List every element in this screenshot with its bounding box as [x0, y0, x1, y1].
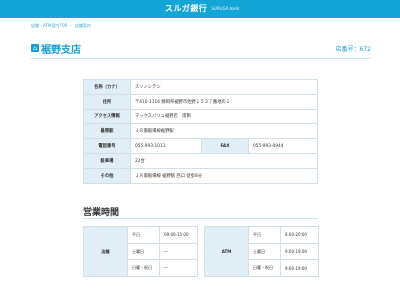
time-value: 09:00-15:00 — [159, 226, 198, 244]
breadcrumb-link-top[interactable]: 店舗・ATM案内TOP — [31, 23, 67, 29]
page-title: 裾野支店 — [41, 44, 81, 56]
row-value-station: ＪＲ御殿場線裾野駅 — [130, 123, 318, 140]
branch-icon: ⌂ — [31, 44, 39, 52]
table-row: 名称（カナ） スソノシテン — [83, 79, 318, 95]
row-label-other: その他 — [83, 167, 131, 184]
branch-heading: ⌂ 裾野支店 店番号：672 — [31, 39, 371, 57]
day-label: 土曜日 — [248, 242, 281, 261]
table-row: 店舗 平日 09:00-15:00 — [83, 225, 198, 278]
row-value-other: ＪＲ御殿場線 裾野駅 西口 徒歩8分 — [130, 167, 318, 184]
branch-hours-label: 店舗 — [83, 225, 128, 278]
day-label: 平日 — [248, 226, 281, 244]
row-label-parking: 駐車場 — [83, 152, 131, 169]
table-row: その他 ＪＲ御殿場線 裾野駅 西口 徒歩8分 — [83, 167, 318, 184]
row-label-station: 最寄駅 — [83, 123, 131, 140]
row-value-name-kana: スソノシテン — [130, 79, 318, 95]
row-label-phone: 電話番号 — [83, 138, 131, 154]
atm-hours-label: ATM — [204, 225, 249, 278]
time-value: ー — [159, 259, 198, 278]
row-label-name-kana: 名称（カナ） — [83, 79, 131, 95]
row-label-fax: FAX — [201, 138, 249, 154]
row-value-fax: 055-993-0944 — [248, 138, 318, 154]
row-value-parking: 22台 — [130, 152, 318, 169]
table-row: ATM 平日 8:00-20:00 — [204, 225, 319, 278]
row-value-phone[interactable]: 055-993-1011 — [130, 138, 202, 154]
business-hours-title: 営業時間 — [83, 208, 120, 218]
branch-hours-table: 店舗 平日 09:00-15:00 土曜日 ー 日曜・祝日 ー — [83, 225, 198, 278]
time-value: 8:00-20:00 — [280, 226, 319, 244]
heading-divider — [31, 58, 371, 59]
breadcrumb: 店舗・ATM案内TOP › 店舗案内 — [31, 23, 91, 29]
atm-hours-table: ATM 平日 8:00-20:00 土曜日 9:00-19:00 日曜・祝日 9… — [204, 225, 319, 278]
branch-number: 店番号：672 — [335, 45, 371, 53]
day-label: 日曜・祝日 — [248, 259, 281, 278]
table-row: 住所 〒410-1116 静岡県裾野市佐野１５２７番地の１ — [83, 93, 318, 110]
time-value: ー — [159, 242, 198, 261]
row-value-access: マックスバリュ裾野店 南側 — [130, 108, 318, 125]
row-label-address: 住所 — [83, 93, 131, 110]
day-label: 日曜・祝日 — [127, 259, 160, 278]
breadcrumb-separator: › — [70, 23, 72, 28]
time-value: 9:00-19:00 — [280, 242, 319, 261]
breadcrumb-link-branch[interactable]: 店舗案内 — [75, 23, 91, 29]
row-value-address: 〒410-1116 静岡県裾野市佐野１５２７番地の１ — [130, 93, 318, 110]
time-value: 9:00-19:00 — [280, 259, 319, 278]
table-row: アクセス情報 マックスバリュ裾野店 南側 — [83, 108, 318, 125]
logo-japanese-text: スルガ銀行 — [165, 4, 208, 13]
top-header-bar: スルガ銀行 SURUGA bank — [0, 0, 400, 18]
logo-english-text: SURUGA bank — [211, 6, 240, 11]
suruga-bank-logo[interactable]: スルガ銀行 SURUGA bank — [165, 3, 239, 14]
table-row: 最寄駅 ＪＲ御殿場線裾野駅 — [83, 123, 318, 140]
day-label: 土曜日 — [127, 242, 160, 261]
branch-info-table: 名称（カナ） スソノシテン 住所 〒410-1116 静岡県裾野市佐野１５２７番… — [83, 79, 318, 184]
hours-divider — [83, 218, 318, 219]
table-row: 駐車場 22台 — [83, 152, 318, 169]
day-label: 平日 — [127, 226, 160, 244]
table-row: 電話番号 055-993-1011 FAX 055-993-0944 — [83, 138, 318, 154]
row-label-access: アクセス情報 — [83, 108, 131, 125]
